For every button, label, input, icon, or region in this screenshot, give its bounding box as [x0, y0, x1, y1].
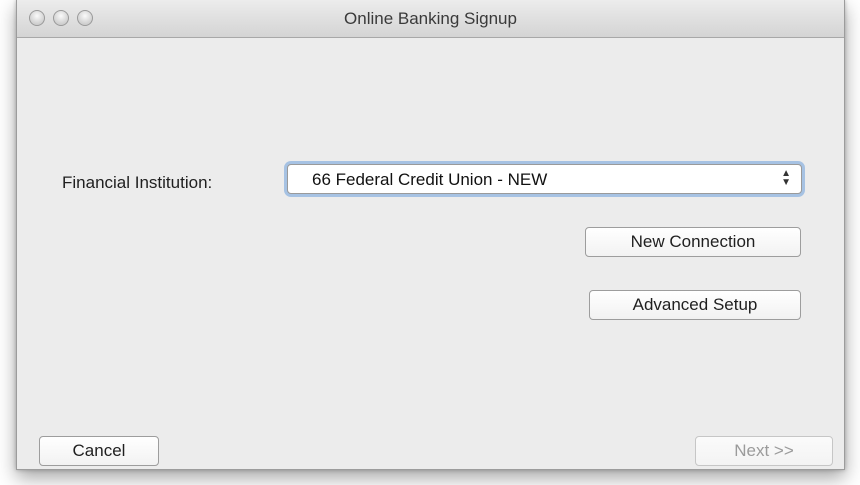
window-title: Online Banking Signup — [344, 9, 517, 28]
advanced-setup-button[interactable]: Advanced Setup — [589, 290, 801, 320]
select-updown-icon: ▲ ▼ — [781, 168, 791, 188]
next-button[interactable]: Next >> — [695, 436, 833, 466]
financial-institution-select[interactable]: 66 Federal Credit Union - NEW ▲ ▼ — [287, 164, 802, 194]
signup-window: Online Banking Signup Financial Institut… — [16, 0, 845, 470]
financial-institution-label: Financial Institution: — [62, 173, 213, 192]
title-bar: Online Banking Signup — [17, 0, 844, 38]
cancel-button[interactable]: Cancel — [39, 436, 159, 466]
financial-institution-value: 66 Federal Credit Union - NEW — [312, 170, 548, 189]
new-connection-button[interactable]: New Connection — [585, 227, 801, 257]
